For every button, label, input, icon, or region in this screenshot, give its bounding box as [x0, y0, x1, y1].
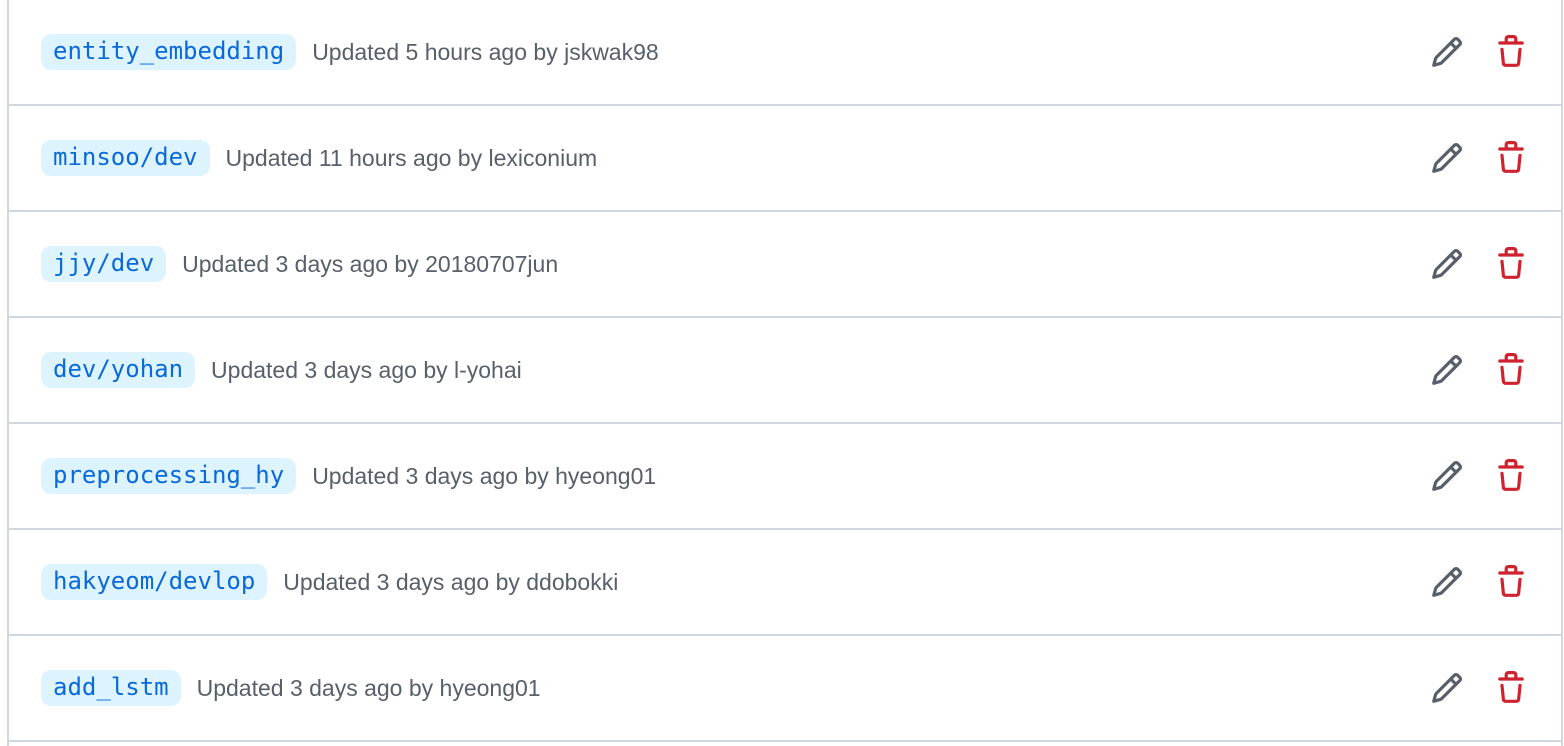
pencil-icon	[1432, 354, 1463, 385]
rename-branch-button[interactable]	[1425, 454, 1469, 498]
branch-updated-text: Updated 3 days ago by ddobokki	[283, 568, 619, 595]
branch-row: minsoo/dev Updated 11 hours ago by lexic…	[9, 106, 1561, 212]
rename-branch-button[interactable]	[1425, 666, 1469, 710]
trash-icon	[1498, 565, 1524, 597]
rename-branch-button[interactable]	[1425, 136, 1469, 180]
pencil-icon	[1432, 36, 1463, 67]
delete-branch-button[interactable]	[1489, 560, 1533, 604]
branch-updated-text: Updated 11 hours ago by lexiconium	[225, 144, 598, 171]
branch-list: entity_embedding Updated 5 hours ago by …	[7, 0, 1563, 746]
branch-name-link[interactable]: dev/yohan	[41, 352, 196, 388]
branch-name-link[interactable]: add_lstm	[41, 670, 181, 706]
trash-icon	[1498, 35, 1524, 67]
rename-branch-button[interactable]	[1425, 560, 1469, 604]
trash-icon	[1498, 671, 1524, 703]
branch-name-link[interactable]: hakyeom/devlop	[41, 564, 268, 600]
branch-name-link[interactable]: minsoo/dev	[41, 140, 210, 176]
branch-updated-text: Updated 5 hours ago by jskwak98	[312, 38, 659, 65]
branch-row: add_lstm Updated 3 days ago by hyeong01	[9, 636, 1561, 742]
trash-icon	[1498, 459, 1524, 491]
branch-row: preprocessing_hy Updated 3 days ago by h…	[9, 424, 1561, 530]
branch-row: dev/yohan Updated 3 days ago by l-yohai	[9, 318, 1561, 424]
pencil-icon	[1432, 672, 1463, 703]
delete-branch-button[interactable]	[1489, 454, 1533, 498]
rename-branch-button[interactable]	[1425, 242, 1469, 286]
delete-branch-button[interactable]	[1489, 348, 1533, 392]
pencil-icon	[1432, 248, 1463, 279]
rename-branch-button[interactable]	[1425, 30, 1469, 74]
delete-branch-button[interactable]	[1489, 666, 1533, 710]
pencil-icon	[1432, 460, 1463, 491]
rename-branch-button[interactable]	[1425, 348, 1469, 392]
branch-row: hakyeom/devlop Updated 3 days ago by ddo…	[9, 530, 1561, 636]
branch-name-link[interactable]: jjy/dev	[41, 246, 167, 282]
branch-updated-text: Updated 3 days ago by 20180707jun	[182, 250, 559, 277]
trash-icon	[1498, 141, 1524, 173]
branch-updated-text: Updated 3 days ago by hyeong01	[196, 674, 541, 701]
delete-branch-button[interactable]	[1489, 242, 1533, 286]
pencil-icon	[1432, 566, 1463, 597]
branch-row: entity_embedding Updated 5 hours ago by …	[9, 0, 1561, 106]
delete-branch-button[interactable]	[1489, 30, 1533, 74]
branch-name-link[interactable]: entity_embedding	[41, 34, 297, 70]
branch-updated-text: Updated 3 days ago by l-yohai	[211, 356, 522, 383]
branch-name-link[interactable]: preprocessing_hy	[41, 458, 297, 494]
trash-icon	[1498, 353, 1524, 385]
branch-row: jjy/dev Updated 3 days ago by 20180707ju…	[9, 212, 1561, 318]
branch-updated-text: Updated 3 days ago by hyeong01	[312, 462, 657, 489]
delete-branch-button[interactable]	[1489, 136, 1533, 180]
trash-icon	[1498, 247, 1524, 279]
pencil-icon	[1432, 142, 1463, 173]
